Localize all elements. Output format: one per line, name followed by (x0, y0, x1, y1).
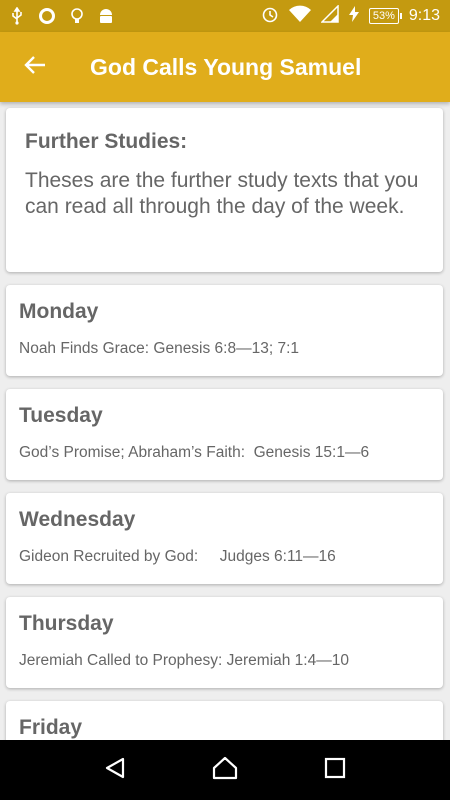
day-name: Friday (19, 716, 83, 739)
day-reading: Gideon Recruited by God: Judges 6:11—16 (19, 548, 336, 565)
nav-home-button[interactable] (200, 745, 250, 795)
alarm-icon (261, 5, 279, 27)
day-name: Monday (19, 300, 99, 323)
intro-title: Further Studies: (25, 130, 188, 153)
usb-icon (10, 7, 24, 25)
intro-text: Theses are the further study texts that … (25, 169, 419, 218)
page-title: God Calls Young Samuel (90, 53, 362, 80)
home-icon (212, 756, 238, 785)
square-recents-icon (324, 757, 346, 784)
status-bar: 53% 9:13 (0, 0, 450, 32)
intro-card: Further Studies: Theses are the further … (6, 108, 443, 272)
battery-indicator: 53% (368, 8, 402, 24)
study-list[interactable]: Further Studies: Theses are the further … (0, 102, 450, 740)
signal-icon (320, 4, 339, 27)
day-card-friday[interactable]: Friday (6, 701, 443, 740)
day-name: Wednesday (19, 508, 136, 531)
sync-icon (38, 7, 56, 25)
day-card-monday[interactable]: Monday Noah Finds Grace: Genesis 6:8—13;… (6, 285, 443, 376)
charging-icon (348, 6, 359, 26)
wifi-icon (288, 5, 311, 27)
day-card-tuesday[interactable]: Tuesday God’s Promise; Abraham’s Faith: … (6, 389, 443, 480)
app-bar: God Calls Young Samuel (0, 32, 450, 102)
arrow-left-icon (24, 55, 46, 80)
nav-back-button[interactable] (90, 745, 140, 795)
day-reading: God’s Promise; Abraham’s Faith: Genesis … (19, 444, 370, 461)
back-button[interactable] (0, 32, 70, 102)
day-reading: Noah Finds Grace: Genesis 6:8—13; 7:1 (19, 340, 300, 357)
day-reading: Jeremiah Called to Prophesy: Jeremiah 1:… (19, 652, 349, 669)
day-card-thursday[interactable]: Thursday Jeremiah Called to Prophesy: Je… (6, 597, 443, 688)
nav-recents-button[interactable] (310, 745, 360, 795)
day-card-wednesday[interactable]: Wednesday Gideon Recruited by God: Judge… (6, 493, 443, 584)
status-time: 9:13 (408, 7, 440, 24)
triangle-back-icon (103, 756, 127, 785)
day-name: Tuesday (19, 404, 103, 427)
android-icon (98, 7, 114, 25)
navigation-bar (0, 740, 450, 800)
lightbulb-icon (70, 7, 84, 25)
day-name: Thursday (19, 612, 114, 635)
